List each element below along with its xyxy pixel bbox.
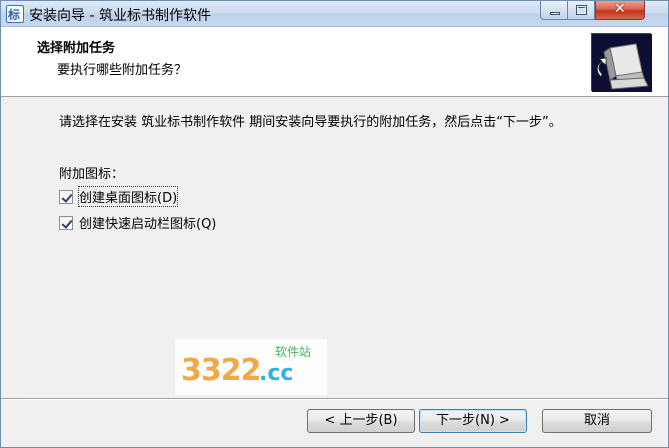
desktop-icon-label[interactable]: 创建桌面图标(D)	[77, 186, 179, 207]
title-bar[interactable]: 标 安装向导 - 筑业标书制作软件 ✕	[1, 1, 668, 27]
installer-window: 标 安装向导 - 筑业标书制作软件 ✕ 选择附加任务 要执行哪些附加任务？ 请选…	[0, 0, 669, 448]
watermark-tag: 软件站	[275, 345, 312, 359]
site-watermark: 软件站 3322 .cc	[175, 339, 327, 395]
cancel-button[interactable]: 取消	[542, 409, 652, 433]
task-quicklaunch-icon[interactable]: 创建快速启动栏图标(Q)	[59, 213, 216, 232]
minimize-button[interactable]	[540, 1, 568, 20]
next-button[interactable]: 下一步(N) >	[419, 409, 527, 433]
app-icon: 标	[6, 5, 24, 23]
close-icon: ✕	[614, 1, 626, 17]
wizard-content: 请选择在安装 筑业标书制作软件 期间安装向导要执行的附加任务，然后点击“下一步”…	[1, 99, 668, 399]
watermark-main: 3322	[181, 353, 261, 388]
wizard-header: 选择附加任务 要执行哪些附加任务？	[1, 27, 668, 97]
desktop-icon-checkbox[interactable]	[59, 189, 73, 204]
task-description: 请选择在安装 筑业标书制作软件 期间安装向导要执行的附加任务，然后点击“下一步”…	[59, 115, 562, 130]
maximize-icon	[576, 5, 587, 15]
close-button[interactable]: ✕	[595, 1, 645, 20]
page-subtitle: 要执行哪些附加任务？	[57, 63, 188, 78]
quicklaunch-icon-label[interactable]: 创建快速启动栏图标(Q)	[79, 213, 216, 232]
page-title: 选择附加任务	[37, 41, 116, 56]
window-title: 安装向导 - 筑业标书制作软件	[29, 8, 211, 24]
quicklaunch-icon-checkbox[interactable]	[59, 215, 73, 230]
task-desktop-icon[interactable]: 创建桌面图标(D)	[59, 186, 179, 207]
minimize-icon	[550, 12, 560, 15]
watermark-suffix: .cc	[259, 361, 294, 386]
back-button[interactable]: < 上一步(B)	[307, 409, 415, 433]
footer-separator	[1, 398, 668, 400]
icons-group-label: 附加图标：	[59, 167, 125, 182]
maximize-button[interactable]	[568, 1, 595, 20]
wizard-computer-icon	[591, 33, 652, 92]
